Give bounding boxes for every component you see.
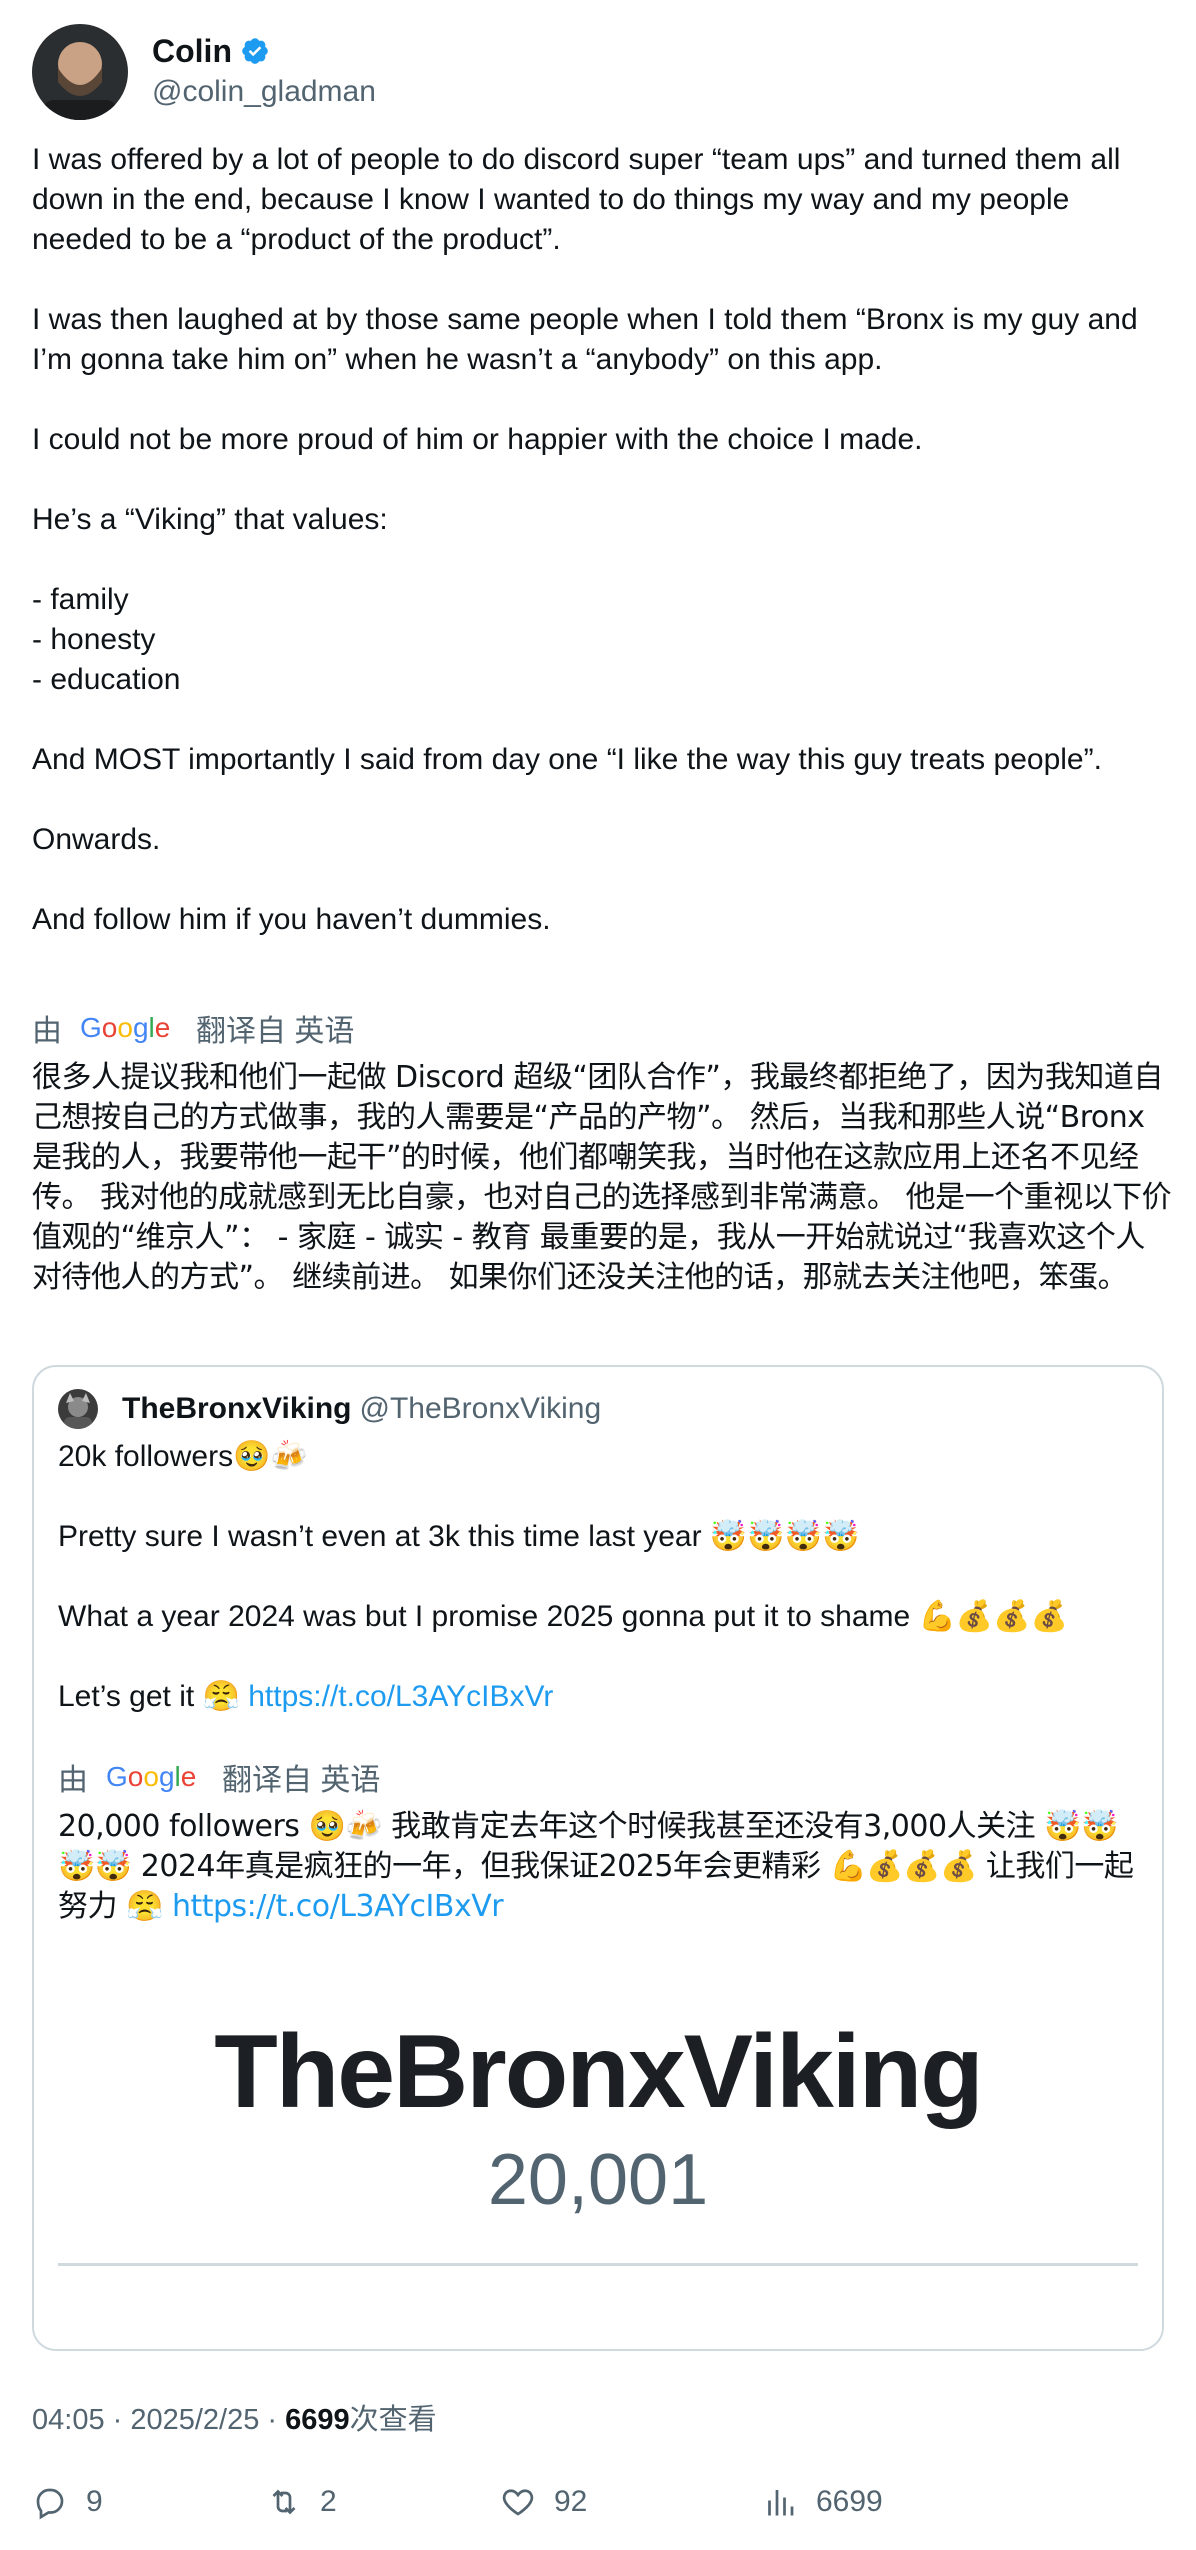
analytics-icon bbox=[768, 2490, 794, 2516]
quoted-translation-suffix: 翻译自 英语 bbox=[222, 1764, 381, 1797]
tweet-header: Colin @colin_gladman bbox=[32, 24, 376, 120]
quoted-translated-by-google[interactable]: 由 Google 翻译自 英语 bbox=[58, 1757, 380, 1797]
reply-icon bbox=[36, 2488, 64, 2520]
verified-badge-icon bbox=[242, 38, 268, 64]
quoted-line-4: Let’s get it 😤 bbox=[58, 1680, 249, 1713]
repost-button[interactable]: 2 bbox=[266, 2484, 337, 2520]
like-count: 92 bbox=[554, 2485, 588, 2518]
quoted-line-1: 20k followers🥹🍻 bbox=[58, 1440, 308, 1473]
repost-count: 2 bbox=[320, 2485, 337, 2518]
views-count: 6699 bbox=[285, 2404, 350, 2436]
reply-button[interactable]: 9 bbox=[32, 2484, 103, 2520]
heart-icon bbox=[502, 2489, 534, 2516]
tweet-text: I was offered by a lot of people to do d… bbox=[32, 143, 1138, 936]
tweet-actions: 9 2 92 6699 bbox=[32, 2484, 1172, 2524]
quoted-translated-text: 20,000 followers 🥹🍻 我敢肯定去年这个时候我甚至还没有3,00… bbox=[58, 1807, 1138, 1927]
quoted-author-handle: @TheBronxViking bbox=[359, 1392, 602, 1425]
author-handle[interactable]: @colin_gladman bbox=[152, 72, 376, 112]
quoted-link[interactable]: https://t.co/L3AYcIBxVr bbox=[248, 1680, 553, 1713]
quoted-tweet[interactable]: TheBronxViking @TheBronxViking 20k follo… bbox=[32, 1365, 1164, 2351]
views-button[interactable]: 6699 bbox=[762, 2484, 883, 2520]
translated-by-google[interactable]: 由 Google 翻译自 英语 bbox=[32, 1008, 354, 1048]
views-action-count: 6699 bbox=[816, 2485, 883, 2518]
quoted-line-2: Pretty sure I wasn’t even at 3k this tim… bbox=[58, 1520, 860, 1553]
google-logo-icon: Google bbox=[106, 1762, 196, 1792]
quoted-author-avatar[interactable] bbox=[58, 1389, 98, 1429]
quoted-tweet-text: 20k followers🥹🍻 Pretty sure I wasn’t eve… bbox=[58, 1437, 1138, 1717]
author-avatar[interactable] bbox=[32, 24, 128, 120]
translated-text: 很多人提议我和他们一起做 Discord 超级“团队合作”，我最终都拒绝了，因为… bbox=[32, 1060, 1172, 1295]
translation-suffix: 翻译自 英语 bbox=[196, 1015, 355, 1048]
repost-icon bbox=[272, 2489, 296, 2515]
author-name[interactable]: Colin bbox=[152, 32, 232, 70]
views-label: 次查看 bbox=[349, 2404, 437, 2436]
like-button[interactable]: 92 bbox=[500, 2484, 587, 2520]
quoted-tweet-header: TheBronxViking @TheBronxViking bbox=[58, 1389, 601, 1429]
quoted-media-image[interactable]: TheBronxViking 20,001 bbox=[34, 2007, 1162, 2349]
tweet-meta: 04:05 · 2025/2/25 · 6699次查看 bbox=[32, 2400, 437, 2440]
media-divider bbox=[58, 2263, 1138, 2266]
quoted-translation-prefix: 由 bbox=[58, 1764, 88, 1797]
reply-count: 9 bbox=[86, 2485, 103, 2518]
media-follower-count: 20,001 bbox=[487, 2140, 709, 2220]
google-logo-icon: Google bbox=[80, 1013, 170, 1043]
quoted-line-3: What a year 2024 was but I promise 2025 … bbox=[58, 1600, 1068, 1633]
quoted-translated-link[interactable]: https://t.co/L3AYcIBxVr bbox=[172, 1889, 504, 1924]
svg-text:Google: Google bbox=[80, 1013, 170, 1043]
media-title: TheBronxViking bbox=[214, 2014, 984, 2130]
tweet-timestamp[interactable]: 04:05 · 2025/2/25 · bbox=[32, 2404, 285, 2436]
svg-text:Google: Google bbox=[106, 1762, 196, 1792]
translation-prefix: 由 bbox=[32, 1015, 62, 1048]
quoted-author-name: TheBronxViking bbox=[122, 1392, 352, 1425]
